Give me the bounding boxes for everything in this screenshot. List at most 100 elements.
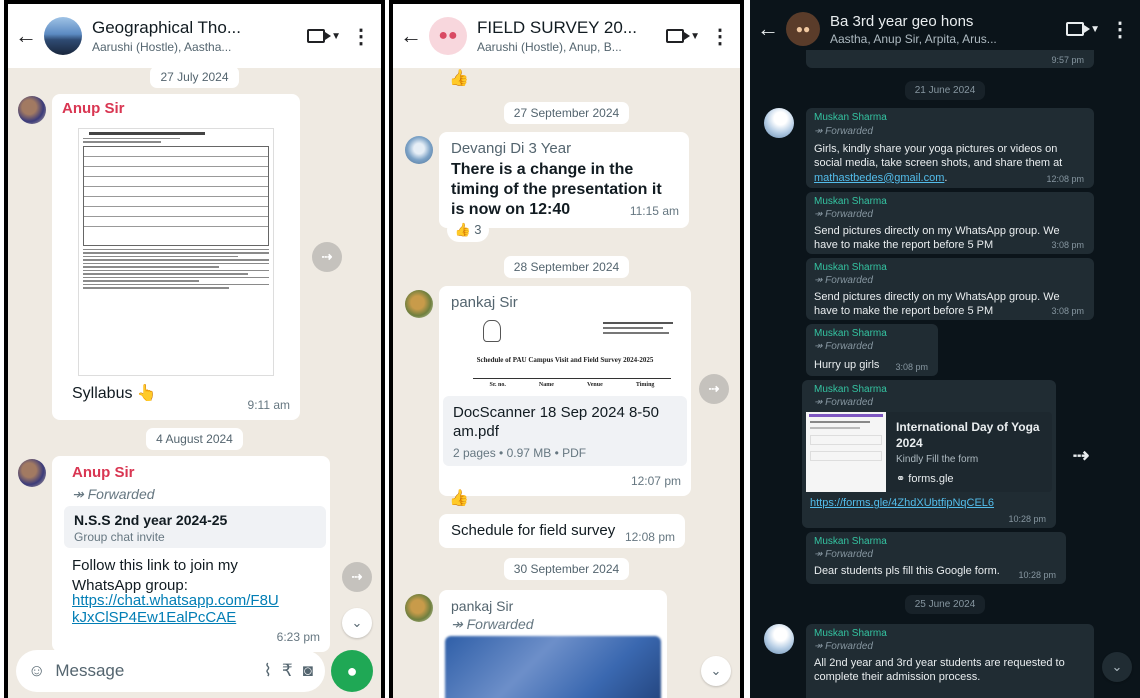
sender-name[interactable]: Muskan Sharma — [814, 196, 887, 207]
email-link[interactable]: mathastbedes@gmail.com — [814, 172, 944, 184]
message-bubble[interactable]: 9:57 pm — [806, 50, 1094, 68]
link-description: Kindly Fill the form — [896, 454, 979, 465]
back-arrow-icon[interactable]: ← — [393, 23, 429, 49]
sender-name[interactable]: Anup Sir — [72, 464, 135, 481]
video-call-button[interactable]: ▼ — [1066, 22, 1100, 36]
video-camera-icon — [1066, 22, 1091, 36]
video-call-button[interactable]: ▼ — [307, 29, 341, 43]
sender-avatar[interactable] — [18, 459, 46, 487]
link-preview-message[interactable]: Muskan Sharma ↠ Forwarded International … — [802, 380, 1056, 528]
file-info-card[interactable]: DocScanner 18 Sep 2024 8-50 am.pdf 2 pag… — [443, 396, 687, 466]
sender-name[interactable]: Muskan Sharma — [814, 112, 887, 123]
more-options-icon[interactable]: ⋮ — [351, 24, 371, 49]
back-arrow-icon[interactable]: ← — [750, 16, 786, 42]
forwarded-label: ↠ Forwarded — [814, 209, 873, 220]
sender-name[interactable]: pankaj Sir — [451, 598, 513, 614]
date-divider: 27 July 2024 — [8, 66, 381, 88]
message-input[interactable]: ☺ Message ⌇ ₹ ◙ — [16, 650, 325, 692]
chat-title: Geographical Tho... — [92, 18, 241, 37]
sender-name[interactable]: Muskan Sharma — [814, 262, 887, 273]
message-bubble[interactable]: Muskan Sharma ↠ Forwarded Send pictures … — [806, 192, 1094, 254]
message-bubble[interactable]: Schedule for field survey 12:08 pm — [439, 514, 685, 548]
message-bubble[interactable]: Muskan Sharma ↠ Forwarded Girls, kindly … — [806, 108, 1094, 188]
link-title: International Day of Yoga 2024 — [896, 420, 1040, 450]
microphone-icon: ● — [346, 660, 358, 681]
link-preview-card[interactable]: International Day of Yoga 2024 Kindly Fi… — [806, 412, 1052, 492]
more-options-icon[interactable]: ⋮ — [1110, 17, 1130, 42]
group-invite-card[interactable]: N.S.S 2nd year 2024-25 Group chat invite — [64, 506, 326, 548]
header-info[interactable]: Geographical Tho... Aarushi (Hostle), Aa… — [92, 18, 307, 54]
form-thumbnail — [806, 412, 886, 492]
forward-share-icon[interactable]: ⇢ — [342, 562, 372, 592]
scroll-down-icon[interactable]: ⌄ — [1102, 652, 1132, 682]
group-avatar[interactable]: ●● — [786, 12, 820, 46]
date-divider: 21 June 2024 — [750, 80, 1140, 100]
forward-share-icon[interactable]: ⇢ — [1066, 440, 1096, 470]
chat-header: ← Geographical Tho... Aarushi (Hostle), … — [8, 4, 381, 68]
sender-name[interactable]: Muskan Sharma — [814, 628, 887, 639]
chat-panel-ba-3rd-year: ← ●● Ba 3rd year geo hons Aastha, Anup S… — [750, 0, 1140, 698]
date-divider: 25 June 2024 — [750, 594, 1140, 614]
scroll-down-icon[interactable]: ⌄ — [342, 608, 372, 638]
group-avatar[interactable]: ●● — [429, 17, 467, 55]
forwarded-label: ↠ Forwarded — [814, 275, 873, 286]
sender-avatar[interactable] — [18, 96, 46, 124]
sender-avatar[interactable] — [405, 290, 433, 318]
date-divider: 30 September 2024 — [393, 558, 740, 580]
message-time: 3:08 pm — [1051, 306, 1084, 316]
university-emblem-icon — [483, 320, 501, 342]
date-divider: 27 September 2024 — [393, 102, 740, 124]
message-time: 9:57 pm — [1051, 55, 1084, 65]
sender-avatar[interactable] — [405, 136, 433, 164]
group-avatar[interactable] — [44, 17, 82, 55]
microphone-button[interactable]: ● — [331, 650, 373, 692]
rupee-payment-icon[interactable]: ₹ — [282, 661, 293, 681]
blurred-image-preview[interactable] — [445, 636, 661, 698]
sender-name[interactable]: Muskan Sharma — [814, 536, 887, 547]
scroll-down-icon[interactable]: ⌄ — [701, 656, 731, 686]
reaction-badge[interactable]: 👍 3 — [447, 218, 489, 242]
sender-avatar[interactable] — [764, 108, 794, 138]
sender-name[interactable]: Muskan Sharma — [814, 328, 887, 339]
message-bubble[interactable]: Anup Sir ↠ Forwarded N.S.S 2nd year 2024… — [52, 456, 330, 652]
message-time: 3:08 pm — [1051, 240, 1084, 250]
sender-name[interactable]: Devangi Di 3 Year — [451, 140, 571, 157]
invite-link[interactable]: https://chat.whatsapp.com/F8UkJxClSP4Ew1… — [72, 592, 284, 627]
message-bubble[interactable]: Muskan Sharma ↠ Forwarded All 2nd year a… — [806, 624, 1094, 698]
date-divider: 4 August 2024 — [8, 428, 381, 450]
invite-subtitle: Group chat invite — [74, 530, 165, 544]
message-text: Send pictures directly on my WhatsApp gr… — [814, 225, 1060, 252]
camera-icon[interactable]: ◙ — [303, 661, 313, 681]
pdf-thumbnail[interactable]: Schedule of PAU Campus Visit and Field S… — [443, 316, 687, 396]
forwarded-label: ↠ Forwarded — [814, 549, 873, 560]
back-arrow-icon[interactable]: ← — [8, 23, 44, 49]
message-bubble[interactable]: Devangi Di 3 Year There is a change in t… — [439, 132, 689, 228]
sender-name[interactable]: pankaj Sir — [451, 294, 518, 311]
message-bubble[interactable]: Muskan Sharma ↠ Forwarded Hurry up girls… — [806, 324, 938, 376]
video-call-button[interactable]: ▼ — [666, 29, 700, 43]
forward-share-icon[interactable]: ⇢ — [312, 242, 342, 272]
sender-name[interactable]: Anup Sir — [62, 100, 125, 117]
message-time: 10:28 pm — [1018, 570, 1056, 580]
header-info[interactable]: Ba 3rd year geo hons Aastha, Anup Sir, A… — [830, 13, 1066, 46]
more-options-icon[interactable]: ⋮ — [710, 24, 730, 49]
chat-title: Ba 3rd year geo hons — [830, 12, 974, 30]
sender-avatar[interactable] — [405, 594, 433, 622]
forward-share-icon[interactable]: ⇢ — [699, 374, 729, 404]
form-link[interactable]: https://forms.gle/4ZhdXUbtfipNqCEL6 — [810, 496, 994, 510]
emoji-icon[interactable]: ☺ — [28, 661, 45, 681]
document-message[interactable]: pankaj Sir Schedule of PAU Campus Visit … — [439, 286, 691, 496]
attach-paperclip-icon[interactable]: ⌇ — [264, 661, 272, 681]
message-bubble[interactable]: pankaj Sir ↠ Forwarded — [439, 590, 667, 698]
message-time: 3:08 pm — [895, 362, 928, 372]
message-bubble[interactable]: Muskan Sharma ↠ Forwarded Send pictures … — [806, 258, 1094, 320]
message-time: 9:11 am — [247, 398, 290, 412]
chat-participants: Aastha, Anup Sir, Arpita, Arus... — [830, 31, 997, 46]
document-preview[interactable] — [78, 128, 274, 376]
header-info[interactable]: FIELD SURVEY 20... Aarushi (Hostle), Anu… — [477, 18, 666, 54]
sender-name[interactable]: Muskan Sharma — [814, 384, 887, 395]
message-bubble[interactable]: Anup Sir Syllabus 👆 9:11 am — [52, 94, 300, 420]
sender-avatar[interactable] — [764, 624, 794, 654]
group-people-icon: ●● — [795, 22, 811, 36]
message-bubble[interactable]: Muskan Sharma ↠ Forwarded Dear students … — [806, 532, 1066, 584]
